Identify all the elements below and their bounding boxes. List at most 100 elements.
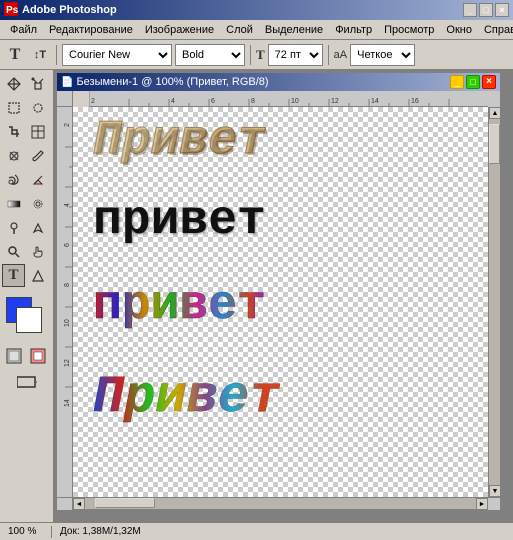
tools-panel: T	[0, 70, 54, 522]
svg-text:2: 2	[91, 98, 95, 105]
ruler-top: 2 4 6 8 1	[89, 91, 488, 107]
hscroll-thumb[interactable]	[95, 498, 155, 508]
ruler-corner	[57, 91, 73, 107]
text-tool-button[interactable]: T	[4, 44, 26, 66]
shape-tool[interactable]	[26, 264, 49, 287]
document-icon: 📄	[61, 77, 73, 88]
brush-tool[interactable]	[26, 144, 49, 167]
tool-row-6	[2, 192, 51, 215]
scroll-corner	[57, 498, 73, 510]
main-area: T	[0, 70, 513, 522]
window-controls: _ □ ×	[463, 3, 509, 17]
scroll-up-button[interactable]: ▲	[489, 107, 500, 119]
minimize-button[interactable]: _	[463, 3, 477, 17]
scroll-right-button[interactable]: ►	[476, 498, 488, 510]
tool-row-3	[2, 120, 51, 143]
horizontal-scrollbar-area: ◄ ►	[57, 497, 500, 509]
background-color[interactable]	[16, 307, 42, 333]
ruler-corner-right	[488, 91, 500, 107]
antialiasing-select[interactable]: Четкое	[350, 44, 415, 66]
move-tool[interactable]	[2, 72, 25, 95]
text-orient-button[interactable]: ↕T	[29, 44, 51, 66]
tool-row-2	[2, 96, 51, 119]
eraser-tool[interactable]	[26, 168, 49, 191]
font-size-select[interactable]: 72 пт	[268, 44, 323, 66]
doc-maximize[interactable]: □	[466, 75, 480, 89]
slice-tool[interactable]	[26, 120, 49, 143]
separator-1	[56, 45, 57, 65]
hand-tool[interactable]	[26, 240, 49, 263]
svg-text:Ps: Ps	[6, 5, 18, 16]
screen-mode-row	[2, 370, 51, 393]
menu-layer[interactable]: Слой	[220, 22, 259, 38]
vscroll-thumb[interactable]	[489, 124, 500, 164]
svg-text:6: 6	[211, 98, 215, 105]
document-titlebar: 📄 Безымени-1 @ 100% (Привет, RGB/8) _ □ …	[57, 73, 500, 91]
color-swatches	[2, 293, 51, 341]
status-separator	[51, 526, 52, 538]
menu-bar: Файл Редактирование Изображение Слой Выд…	[0, 20, 513, 40]
gradient-tool[interactable]	[2, 192, 25, 215]
menu-view[interactable]: Просмотр	[378, 22, 440, 38]
tool-row-7	[2, 216, 51, 239]
maximize-button[interactable]: □	[479, 3, 493, 17]
text-layer-4: Привет	[93, 372, 280, 424]
antialiasing-icon: аА	[334, 49, 347, 61]
doc-controls: _ □ ×	[450, 75, 496, 89]
close-button[interactable]: ×	[495, 3, 509, 17]
menu-image[interactable]: Изображение	[139, 22, 220, 38]
clone-tool[interactable]	[2, 168, 25, 191]
title-bar: Ps Adobe Photoshop _ □ ×	[0, 0, 513, 20]
options-toolbar: T ↕T Courier New Bold T 72 пт аА Четкое	[0, 40, 513, 70]
tool-row-4	[2, 144, 51, 167]
menu-file[interactable]: Файл	[4, 22, 43, 38]
menu-select[interactable]: Выделение	[259, 22, 329, 38]
scroll-down-button[interactable]: ▼	[489, 485, 500, 497]
app-icon: Ps	[4, 2, 18, 19]
svg-text:4: 4	[64, 203, 71, 207]
font-family-select[interactable]: Courier New	[62, 44, 172, 66]
selection-tool[interactable]	[26, 72, 49, 95]
text-layer-2: привет	[93, 197, 266, 245]
svg-text:12: 12	[64, 359, 71, 367]
svg-text:4: 4	[171, 98, 175, 105]
text-layer-1: Привет	[93, 117, 266, 165]
text-layers: Привет привет привет	[73, 107, 488, 497]
healing-tool[interactable]	[2, 144, 25, 167]
marquee-tool[interactable]	[2, 96, 25, 119]
vscroll-track	[489, 119, 500, 485]
document-window: 📄 Безымени-1 @ 100% (Привет, RGB/8) _ □ …	[56, 72, 501, 510]
svg-text:2: 2	[64, 123, 71, 127]
normal-mode[interactable]	[2, 344, 25, 367]
text-tool-active[interactable]: T	[2, 264, 25, 287]
svg-text:10: 10	[64, 319, 71, 327]
menu-window[interactable]: Окно	[440, 22, 478, 38]
svg-text:6: 6	[64, 243, 71, 247]
font-style-select[interactable]: Bold	[175, 44, 245, 66]
svg-text:8: 8	[251, 98, 255, 105]
menu-filter[interactable]: Фильтр	[329, 22, 378, 38]
svg-text:14: 14	[371, 98, 379, 105]
pen-tool[interactable]	[26, 216, 49, 239]
status-bar: 100 % Док: 1,38M/1,32M	[0, 522, 513, 540]
dodge-tool[interactable]	[2, 216, 25, 239]
ruler-left: 2 4 6 8 10	[57, 107, 73, 497]
doc-close[interactable]: ×	[482, 75, 496, 89]
svg-text:12: 12	[331, 98, 339, 105]
menu-edit[interactable]: Редактирование	[43, 22, 139, 38]
blur-tool[interactable]	[26, 192, 49, 215]
document-content: 2 4 6 8 1	[57, 91, 500, 509]
doc-minimize[interactable]: _	[450, 75, 464, 89]
crop-tool[interactable]	[2, 120, 25, 143]
screen-mode-button[interactable]	[4, 370, 50, 393]
quick-mask-mode[interactable]	[26, 344, 49, 367]
tool-row-1	[2, 72, 51, 95]
separator-2	[250, 45, 251, 65]
lasso-tool[interactable]	[26, 96, 49, 119]
scroll-left-button[interactable]: ◄	[73, 498, 85, 510]
svg-text:8: 8	[64, 283, 71, 287]
doc-info: Док: 1,38M/1,32M	[60, 526, 141, 537]
tool-row-9: T	[2, 264, 51, 287]
menu-help[interactable]: Справк...	[478, 22, 513, 38]
zoom-tool[interactable]	[2, 240, 25, 263]
